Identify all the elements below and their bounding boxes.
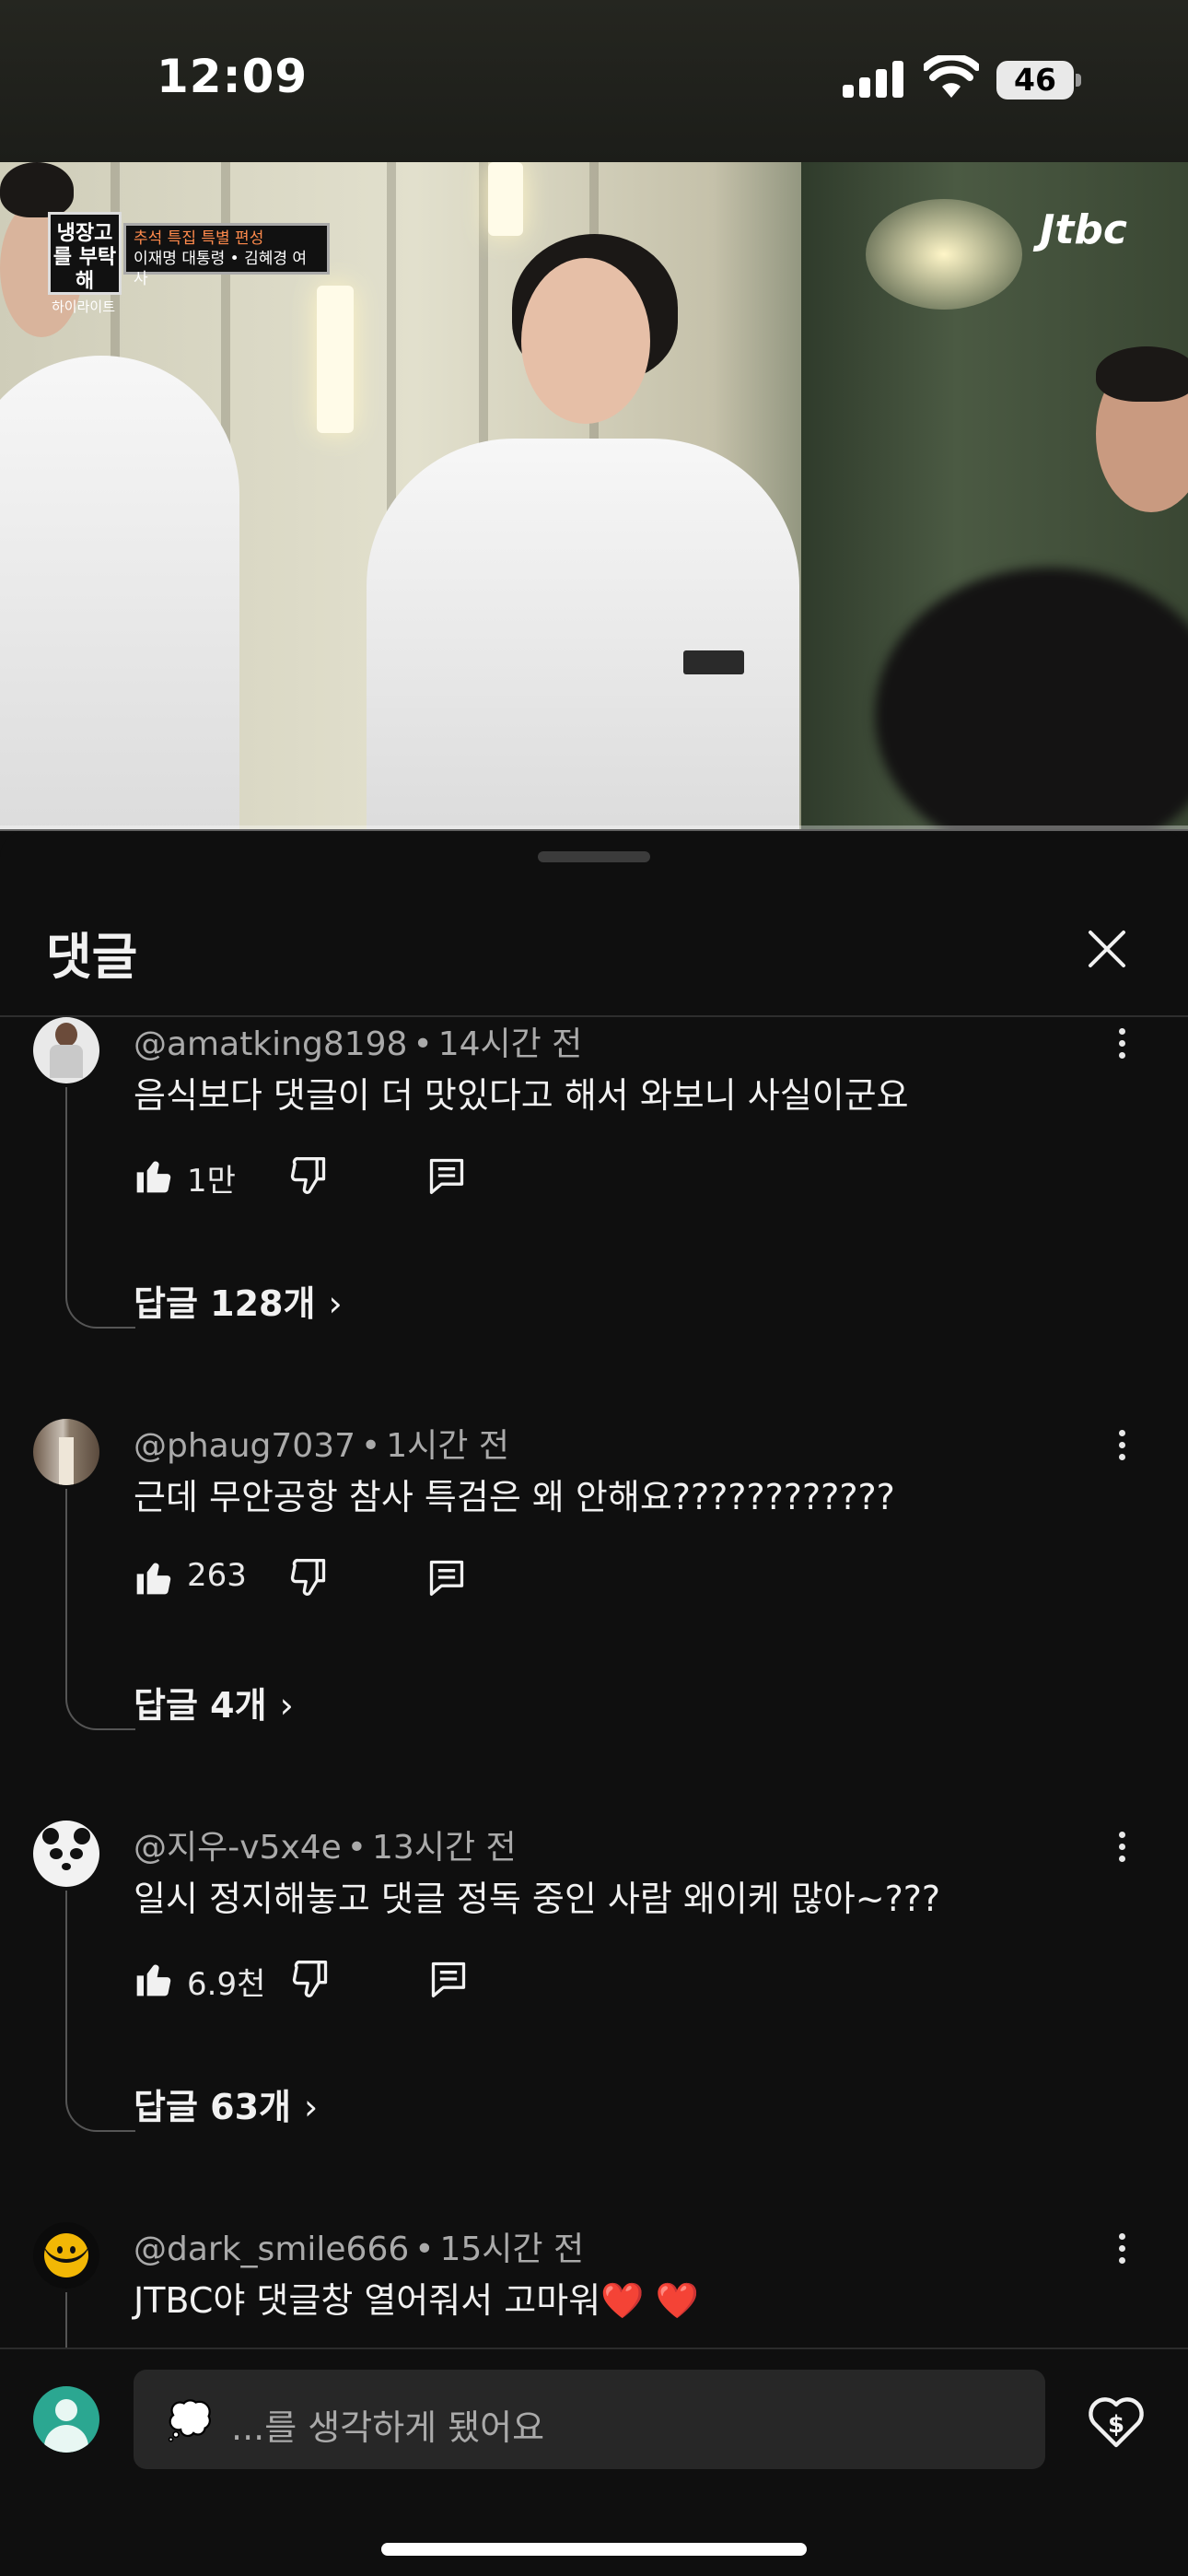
- comment-author[interactable]: @phaug7037: [134, 1427, 355, 1465]
- thumbs-down-icon[interactable]: [288, 1155, 329, 1196]
- more-vert-icon[interactable]: [1101, 1023, 1142, 1074]
- view-replies-button[interactable]: 답글 128개 ›: [134, 1275, 343, 1326]
- reply-thread-line: [65, 1891, 135, 2132]
- status-bar: 12:09 46: [0, 0, 1188, 162]
- thought-bubble-icon: 💭: [167, 2400, 213, 2442]
- comment-meta: @phaug7037 • 1시간 전: [134, 1427, 509, 1465]
- like-count: 1만: [187, 1163, 236, 1200]
- comment-author[interactable]: @dark_smile666: [134, 2231, 409, 2268]
- reply-thread-line: [65, 1489, 135, 1730]
- comment-text: 일시 정지해놓고 댓글 정독 중인 사람 왜이케 많아~???: [134, 1879, 941, 1919]
- chevron-right-icon: ›: [279, 1685, 294, 1726]
- chevron-right-icon: ›: [304, 2087, 319, 2127]
- comment-item: @dark_smile666 • 15시간 전 JTBC야 댓글창 열어줘서 고마워…: [0, 2222, 1188, 2351]
- svg-text:$: $: [1108, 2411, 1124, 2439]
- reply-icon[interactable]: [426, 1557, 467, 1598]
- channel-watermark: Jtbc: [1040, 206, 1127, 253]
- comment-author[interactable]: @지우-v5x4e: [134, 1829, 342, 1867]
- wifi-icon: [924, 55, 979, 98]
- chevron-right-icon: ›: [328, 1283, 343, 1324]
- comment-text: 근데 무안공항 참사 특검은 왜 안해요????????????: [134, 1477, 895, 1517]
- user-avatar[interactable]: [33, 2386, 99, 2453]
- episode-banner: 추석 특집 특별 편성 이재명 대통령 • 김혜경 여사: [123, 223, 330, 288]
- drag-handle[interactable]: [538, 851, 650, 862]
- comment-text: JTBC야 댓글창 열어줘서 고마워❤️ ❤️: [134, 2280, 699, 2321]
- comment-meta: @amatking8198 • 14시간 전: [134, 1025, 583, 1063]
- comment-item: @지우-v5x4e • 13시간 전 일시 정지해놓고 댓글 정독 중인 사람 왜이…: [0, 1821, 1188, 2222]
- comment-actions: 1만: [134, 1152, 686, 1207]
- comment-list[interactable]: @amatking8198 • 14시간 전 음식보다 댓글이 더 맛있다고 해서 …: [0, 1017, 1188, 2351]
- comment-time: 1시간 전: [386, 1427, 509, 1465]
- reply-icon[interactable]: [426, 1155, 467, 1196]
- home-indicator[interactable]: [381, 2543, 807, 2556]
- battery-icon: 46: [996, 61, 1081, 100]
- sheet-title: 댓글: [46, 928, 138, 986]
- comment-time: 13시간 전: [372, 1829, 517, 1867]
- thumbs-down-icon[interactable]: [290, 1959, 331, 1999]
- comment-time: 15시간 전: [439, 2231, 585, 2268]
- thumbs-up-icon[interactable]: [134, 1557, 174, 1598]
- more-vert-icon[interactable]: [1101, 1424, 1142, 1476]
- comment-composer-bar: 💭 ...를 생각하게 됐어요 $: [0, 2348, 1188, 2576]
- video-player[interactable]: 냉장고를 부탁해 추석 특집 특별 편성 이재명 대통령 • 김혜경 여사 하이…: [0, 162, 1188, 829]
- super-thanks-icon[interactable]: $: [1087, 2394, 1146, 2449]
- comment-time: 14시간 전: [437, 1025, 583, 1063]
- comment-item: @phaug7037 • 1시간 전 근데 무안공항 참사 특검은 왜 안해요???…: [0, 1419, 1188, 1821]
- comment-text: 음식보다 댓글이 더 맛있다고 해서 와보니 사실이군요: [134, 1075, 909, 1116]
- avatar[interactable]: [33, 1419, 99, 1485]
- comment-item: @amatking8198 • 14시간 전 음식보다 댓글이 더 맛있다고 해서 …: [0, 1017, 1188, 1419]
- comment-meta: @dark_smile666 • 15시간 전: [134, 2231, 585, 2268]
- avatar[interactable]: [33, 1017, 99, 1083]
- status-time: 12:09: [157, 50, 309, 103]
- thumbs-up-icon[interactable]: [134, 1959, 174, 1999]
- reply-thread-line: [65, 2292, 135, 2351]
- comment-actions: 263: [134, 1553, 686, 1609]
- comment-actions: 6.9천: [134, 1955, 686, 2010]
- view-replies-button[interactable]: 답글 4개 ›: [134, 1677, 294, 1727]
- reply-thread-line: [65, 1087, 135, 1329]
- comment-meta: @지우-v5x4e • 13시간 전: [134, 1829, 517, 1867]
- more-vert-icon[interactable]: [1101, 1826, 1142, 1878]
- thumbs-up-icon[interactable]: [134, 1155, 174, 1196]
- thumbs-down-icon[interactable]: [288, 1557, 329, 1598]
- comment-input[interactable]: 💭 ...를 생각하게 됐어요: [134, 2370, 1045, 2469]
- comment-author[interactable]: @amatking8198: [134, 1025, 407, 1063]
- comments-sheet: 댓글 @amatking8198 • 14시간 전 음식보다 댓글이 더 맛있다고 …: [0, 831, 1188, 2576]
- like-count: 263: [187, 1557, 247, 1594]
- cellular-signal-icon: [843, 61, 905, 98]
- close-icon[interactable]: [1077, 919, 1136, 978]
- like-count: 6.9천: [187, 1966, 266, 2003]
- battery-level: 46: [996, 61, 1074, 100]
- video-person-center: [367, 439, 799, 829]
- more-vert-icon[interactable]: [1101, 2228, 1142, 2279]
- avatar[interactable]: [33, 2222, 99, 2289]
- show-subtitle: 하이라이트: [52, 299, 116, 315]
- comment-input-placeholder: ...를 생각하게 됐어요: [231, 2407, 545, 2448]
- reply-icon[interactable]: [428, 1959, 469, 1999]
- avatar[interactable]: [33, 1821, 99, 1887]
- view-replies-button[interactable]: 답글 63개 ›: [134, 2078, 318, 2129]
- video-person-left: [0, 356, 239, 829]
- show-logo: 냉장고를 부탁해: [48, 212, 122, 295]
